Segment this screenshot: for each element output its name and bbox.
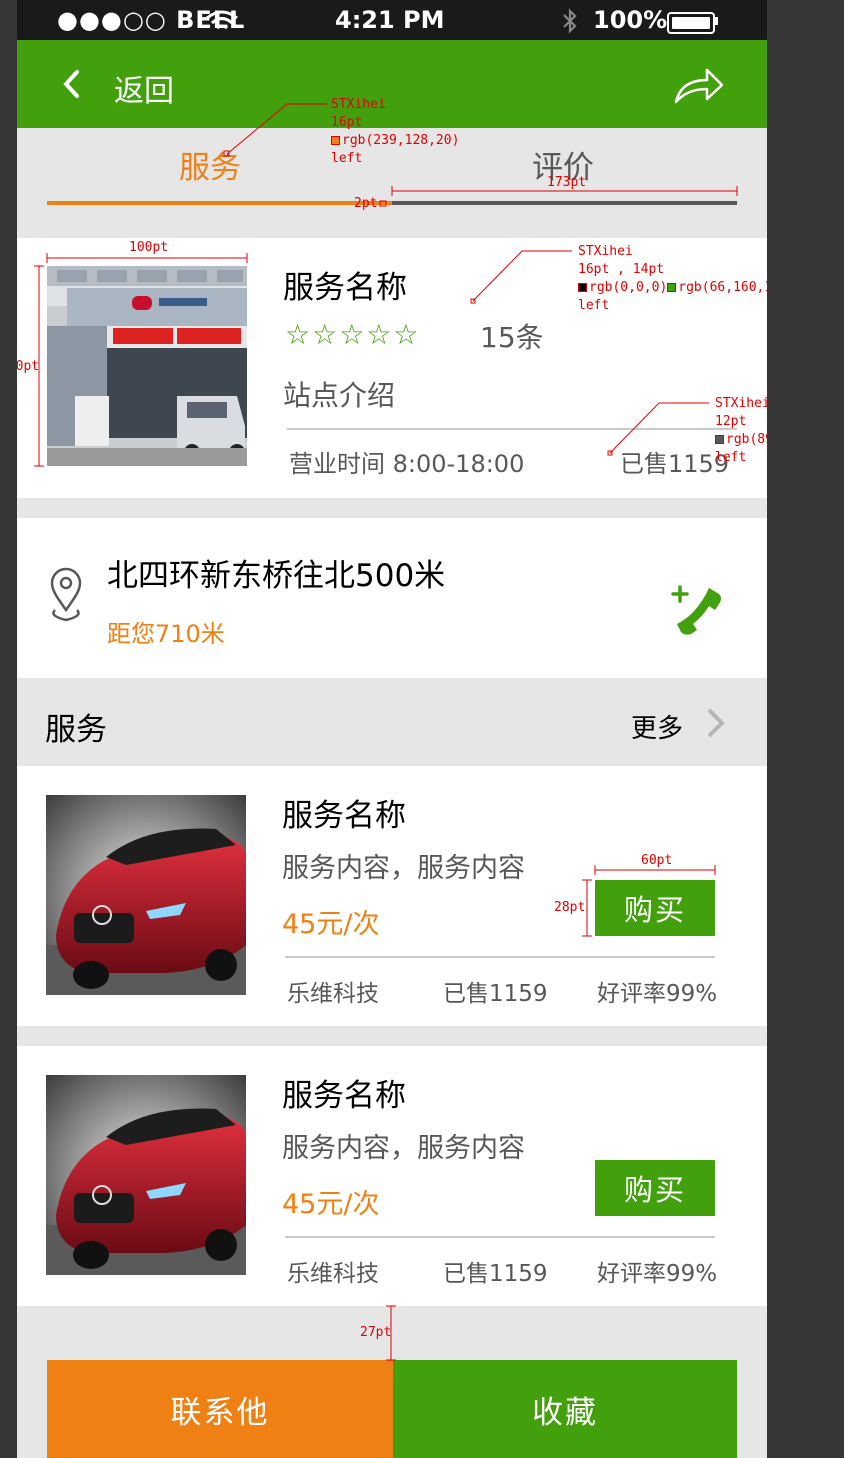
annotation-lines	[34, 103, 738, 1361]
img-height-annotation: 100pt	[17, 359, 40, 374]
tab-width-annotation: 173pt	[547, 175, 587, 190]
phone-screen: ●●●○○ BELL 4:21 PM 100% 返回 服务 评价 服务名称 ☆☆…	[17, 0, 767, 1458]
small-font-annotation: STXihei 12pt rgb(89,87,87) left	[715, 396, 767, 465]
tab-font-annotation: STXihei 16pt rgb(239,128,20) left	[331, 97, 460, 166]
store-font-annotation: STXihei 16pt , 14pt rgb(0,0,0) rgb(66,160…	[578, 243, 767, 315]
img-width-annotation: 100pt	[129, 240, 169, 255]
gap-height-annotation: 27pt	[360, 1325, 392, 1340]
btn-width-annotation: 60pt	[641, 853, 673, 868]
btn-height-annotation: 28pt	[554, 900, 586, 915]
tab-gap-annotation: 2pt	[354, 196, 378, 211]
